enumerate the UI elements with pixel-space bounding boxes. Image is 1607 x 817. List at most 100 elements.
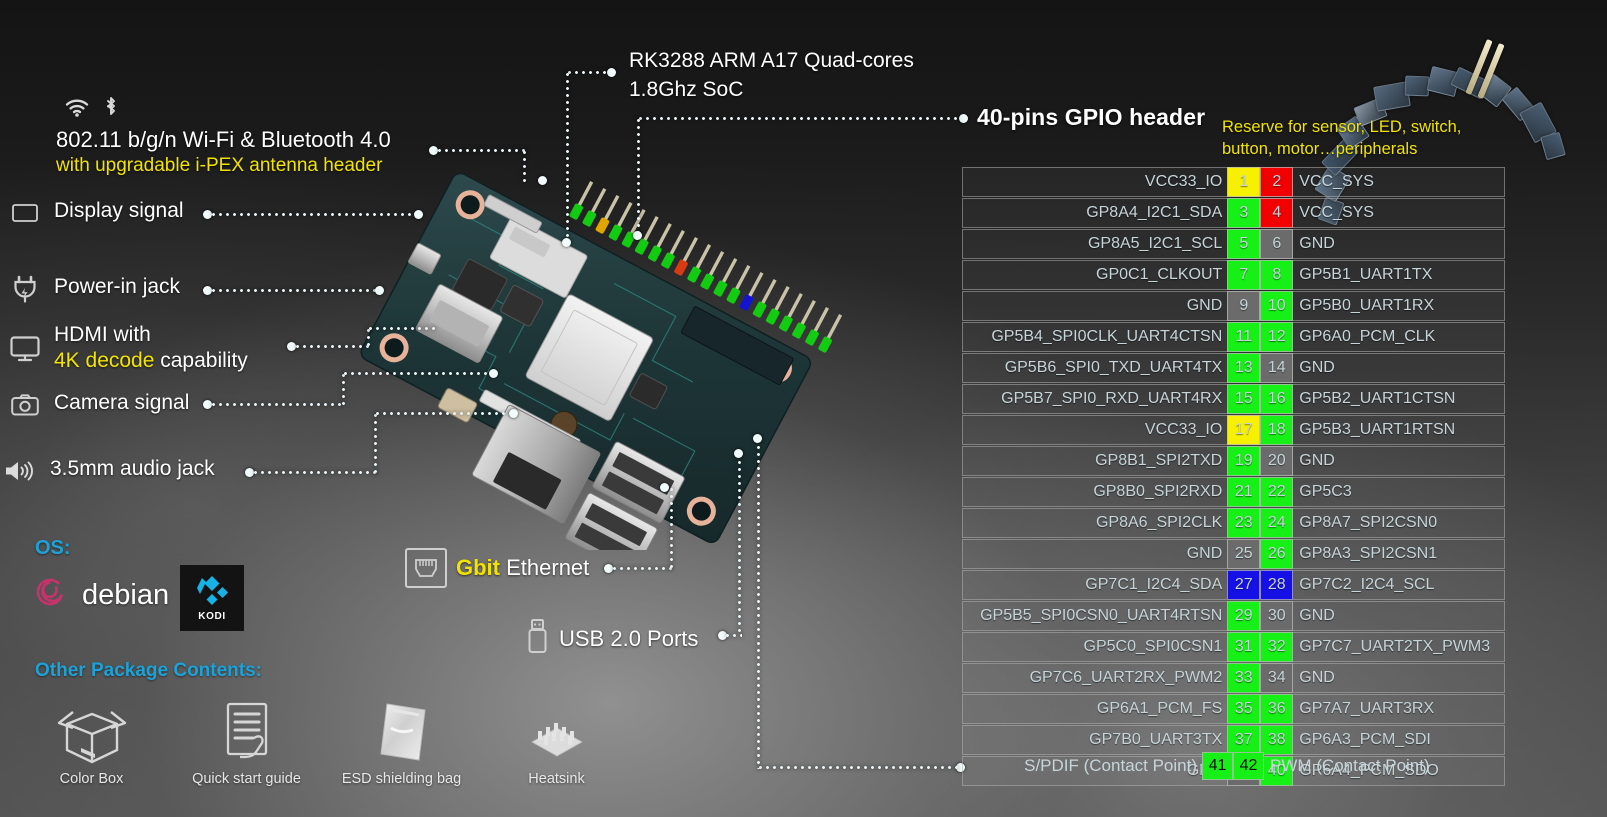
gpio-right-name: GP7C2_I2C4_SCL [1293,570,1505,600]
gpio-pin-20: 20 [1260,446,1294,476]
leader-line [670,486,673,570]
gpio-right-name: GND [1293,601,1505,631]
hdmi-label-rest: capability [154,349,248,372]
table-row: GP8A4_I2C1_SDA 3 4 VCC_SYS [962,198,1505,228]
package-item-color-box: Color Box [14,695,169,787]
leader-line [374,412,512,415]
gpio-pin-21: 21 [1227,477,1261,507]
gpio-left-name: GP7B0_UART3TX [962,725,1228,755]
feature-label: Power-in jack [54,275,181,298]
gpio-pin-36: 36 [1260,694,1294,724]
leader-line [367,327,370,347]
gpio-pin-2: 2 [1260,167,1294,197]
table-row: GP7B0_UART3TX 37 38 GP6A3_PCM_SDI [962,725,1505,755]
heatsink-icon [516,695,598,769]
esd-bag-icon [361,695,443,769]
gpio-pin-7: 7 [1227,260,1261,290]
table-row: GP7C1_I2C4_SDA 27 28 GP7C2_I2C4_SCL [962,570,1505,600]
gpio-left-name: GP5B5_SPI0CSN0_UART4RTSN [962,601,1228,631]
table-row: GND 9 10 GP5B0_UART1RX [962,291,1505,321]
package-item-label: Heatsink [528,771,585,787]
leader-line [566,71,569,241]
os-section-title: OS: [35,537,71,559]
package-item-esd-bag: ESD shielding bag [324,695,479,787]
usb-icon [524,618,550,659]
leader-dot [753,434,762,443]
gpio-pin-38: 38 [1260,725,1294,755]
leader-line [210,289,380,292]
gpio-left-name: VCC33_IO [962,415,1228,445]
gpio-right-name: GP5B3_UART1RTSN [1293,415,1505,445]
leader-line [757,437,760,769]
table-row: GP8B1_SPI2TXD 19 20 GND [962,446,1505,476]
leader-line [374,412,377,474]
display-icon [8,198,42,228]
leader-dot [538,176,547,185]
table-row: GP5B5_SPI0CSN0_UART4RTSN 29 30 GND [962,601,1505,631]
soc-line2: 1.8Ghz SoC [629,78,744,101]
table-row: GP8A5_I2C1_SCL 5 6 GND [962,229,1505,259]
gpio-pin-30: 30 [1260,601,1294,631]
gpio-pin-10: 10 [1260,291,1294,321]
table-row: GND 25 26 GP8A3_SPI2CSN1 [962,539,1505,569]
feature-hdmi: HDMI with 4K decode capability [8,322,248,374]
feature-power-in-jack: Power-in jack [8,274,180,304]
gpio-header-title: 40-pins GPIO header [977,104,1206,130]
package-item-quick-start-guide: Quick start guide [169,695,324,787]
gpio-pin-15: 15 [1227,384,1261,414]
gpio-right-name: GP8A7_SPI2CSN0 [1293,508,1505,538]
gpio-left-name: GP5B4_SPI0CLK_UART4CTSN [962,322,1228,352]
wireless-line2: with upgradable i-PEX antenna header [56,155,383,176]
tinker-board-photo [330,150,850,550]
gpio-left-name: GP8B0_SPI2RXD [962,477,1228,507]
wireless-line1: 802.11 b/g/n Wi-Fi & Bluetooth 4.0 [56,127,391,152]
leader-line [367,327,439,330]
gpio-pin-4: 4 [1260,198,1294,228]
gpio-pin-33: 33 [1227,663,1261,693]
gpio-right-name: GND [1293,446,1505,476]
leader-line [294,345,370,348]
feature-audio-jack: 3.5mm audio jack [4,456,215,486]
gpio-right-name: GP5B2_UART1CTSN [1293,384,1505,414]
contact-point-pin-42: 42 [1233,752,1264,780]
package-item-label: Quick start guide [192,771,301,787]
leader-dot [660,483,669,492]
feature-camera-signal: Camera signal [8,390,189,420]
leader-line [436,149,526,152]
ethernet-gbit-highlight: Gbit [456,555,500,580]
gpio-pin-18: 18 [1260,415,1294,445]
usb-label: USB 2.0 Ports [559,625,699,651]
leader-dot [489,369,498,378]
feature-label: Camera signal [54,391,190,414]
contact-point-right-label: PWM (Contact Point) [1270,756,1430,775]
leader-line [342,372,492,375]
leader-line [342,372,345,405]
speaker-icon [4,456,38,486]
debian-block: debian [30,572,169,619]
table-row: GP6A1_PCM_FS 35 36 GP7A7_UART3RX [962,694,1505,724]
table-row: GP5B6_SPI0_TXD_UART4TX 13 14 GND [962,353,1505,383]
leader-line [252,471,377,474]
gpio-right-name: GND [1293,229,1505,259]
contact-point-row: S/PDIF (Contact Point) 41 42 PWM (Contac… [962,752,1505,780]
gpio-pin-17: 17 [1227,415,1261,445]
gpio-pin-8: 8 [1260,260,1294,290]
leader-line [757,766,959,769]
gpio-pin-22: 22 [1260,477,1294,507]
soc-label: RK3288 ARM A17 Quad-cores 1.8Ghz SoC [629,46,914,104]
table-row: GP5B7_SPI0_RXD_UART4RX 15 16 GP5B2_UART1CTS… [962,384,1505,414]
bluetooth-icon [104,95,118,122]
open-box-icon [51,695,133,769]
power-plug-icon [8,274,42,304]
kodi-logo-icon: KODI [180,565,244,631]
package-item-label: Color Box [59,771,124,787]
leader-line [637,117,962,120]
gpio-pin-16: 16 [1260,384,1294,414]
monitor-icon [8,334,42,364]
gpio-pin-28: 28 [1260,570,1294,600]
gpio-right-name: GP7C7_UART2TX_PWM3 [1293,632,1505,662]
leader-line [210,213,418,216]
document-hand-icon [206,695,288,769]
peripheral-module-icon [1540,131,1567,160]
leader-line [724,634,742,637]
